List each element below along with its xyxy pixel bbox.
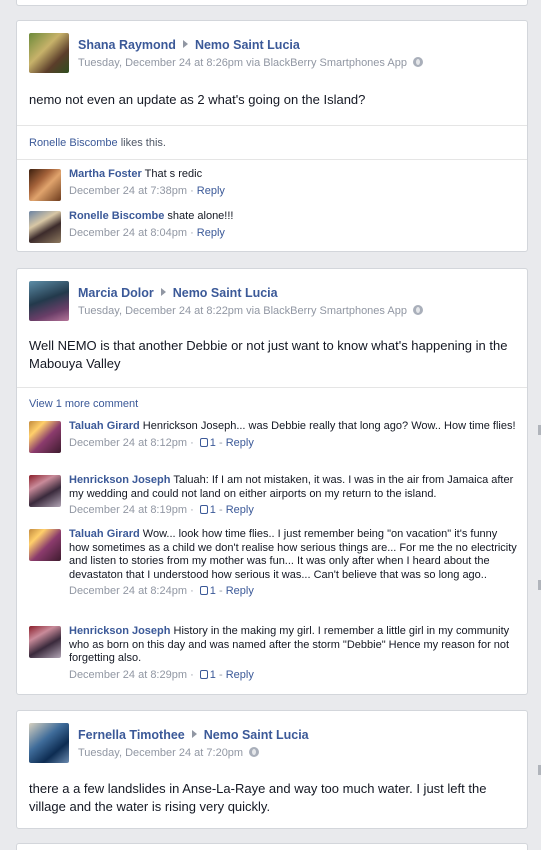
comment-text: shate alone!!! xyxy=(167,210,234,222)
commenter-avatar[interactable] xyxy=(29,529,61,561)
post-timestamp[interactable]: Tuesday, December 24 at 7:20pm xyxy=(78,747,243,759)
commenter-avatar[interactable] xyxy=(29,421,61,453)
next-post-card xyxy=(16,843,528,850)
commenter-avatar[interactable] xyxy=(29,475,61,507)
commenter-avatar[interactable] xyxy=(29,626,61,658)
liker-name-link[interactable]: Ronelle Biscombe xyxy=(29,137,118,149)
commenter-name-link[interactable]: Ronelle Biscombe xyxy=(69,210,164,222)
page-name-link[interactable]: Nemo Saint Lucia xyxy=(204,728,309,742)
comment-timestamp[interactable]: December 24 at 8:04pm xyxy=(69,227,187,239)
triangle-arrow-icon xyxy=(191,730,197,738)
comment-timestamp[interactable]: December 24 at 8:24pm xyxy=(69,585,187,597)
comment-like-count[interactable]: 1 xyxy=(210,437,216,449)
commenter-name-link[interactable]: Taluah Girard xyxy=(69,528,140,540)
author-name-link[interactable]: Shana Raymond xyxy=(78,38,176,52)
comments-divider xyxy=(17,159,527,160)
author-avatar[interactable] xyxy=(29,281,69,321)
author-avatar[interactable] xyxy=(29,723,69,763)
previous-post-card xyxy=(16,0,528,6)
like-thumb-icon xyxy=(199,437,208,447)
likes-summary: Ronelle Biscombe likes this. xyxy=(29,137,166,149)
comment-timestamp[interactable]: December 24 at 8:19pm xyxy=(69,504,187,516)
globe-icon xyxy=(412,305,423,315)
view-more-comments-link[interactable]: View 1 more comment xyxy=(29,398,138,410)
commenter-avatar[interactable] xyxy=(29,169,61,201)
reply-link[interactable]: Reply xyxy=(226,504,254,516)
comment-like-count[interactable]: 1 xyxy=(210,585,216,597)
feedback-divider xyxy=(17,125,527,126)
page-name-link[interactable]: Nemo Saint Lucia xyxy=(173,286,278,300)
author-name-link[interactable]: Marcia Dolor xyxy=(78,286,154,300)
post-text: Well NEMO is that another Debbie or not … xyxy=(29,338,508,371)
post-timestamp[interactable]: Tuesday, December 24 at 8:26pm via Black… xyxy=(78,57,407,69)
author-avatar[interactable] xyxy=(29,33,69,73)
reply-link[interactable]: Reply xyxy=(226,669,254,681)
globe-icon xyxy=(249,747,260,757)
reply-link[interactable]: Reply xyxy=(226,437,254,449)
feedback-divider xyxy=(17,387,527,388)
reply-link[interactable]: Reply xyxy=(197,227,225,239)
author-name-link[interactable]: Fernella Timothee xyxy=(78,728,185,742)
comment-timestamp[interactable]: December 24 at 8:29pm xyxy=(69,669,187,681)
like-thumb-icon xyxy=(199,586,208,595)
post-card: Marcia Dolor Nemo Saint Lucia Tuesday, De… xyxy=(16,268,528,695)
like-thumb-icon xyxy=(199,505,208,514)
comment-timestamp[interactable]: December 24 at 7:38pm xyxy=(69,185,187,197)
post-text: nemo not even an update as 2 what's goin… xyxy=(29,92,366,107)
commenter-name-link[interactable]: Taluah Girard xyxy=(69,420,140,432)
commenter-avatar[interactable] xyxy=(29,211,61,243)
comment-like-count[interactable]: 1 xyxy=(210,669,216,681)
like-thumb-icon xyxy=(199,669,208,679)
comment-text: Henrickson Joseph... was Debbie really t… xyxy=(142,420,516,432)
comment-like-count[interactable]: 1 xyxy=(210,504,216,516)
triangle-arrow-icon xyxy=(182,40,188,48)
comment-timestamp[interactable]: December 24 at 8:12pm xyxy=(69,437,187,449)
commenter-name-link[interactable]: Henrickson Joseph xyxy=(69,474,170,486)
reply-link[interactable]: Reply xyxy=(226,585,254,597)
commenter-name-link[interactable]: Henrickson Joseph xyxy=(69,625,170,637)
post-timestamp[interactable]: Tuesday, December 24 at 8:22pm via Black… xyxy=(78,305,407,317)
triangle-arrow-icon xyxy=(160,288,166,296)
page-name-link[interactable]: Nemo Saint Lucia xyxy=(195,38,300,52)
globe-icon xyxy=(412,57,423,67)
comment-text: That s redic xyxy=(144,168,203,180)
post-card: Fernella Timothee Nemo Saint Lucia Tuesda… xyxy=(16,710,528,829)
reply-link[interactable]: Reply xyxy=(197,185,225,197)
post-card: Shana Raymond Nemo Saint Lucia Tuesday, D… xyxy=(16,20,528,252)
post-text: there a a few landslides in Anse-La-Raye… xyxy=(29,781,487,814)
commenter-name-link[interactable]: Martha Foster xyxy=(69,168,142,180)
